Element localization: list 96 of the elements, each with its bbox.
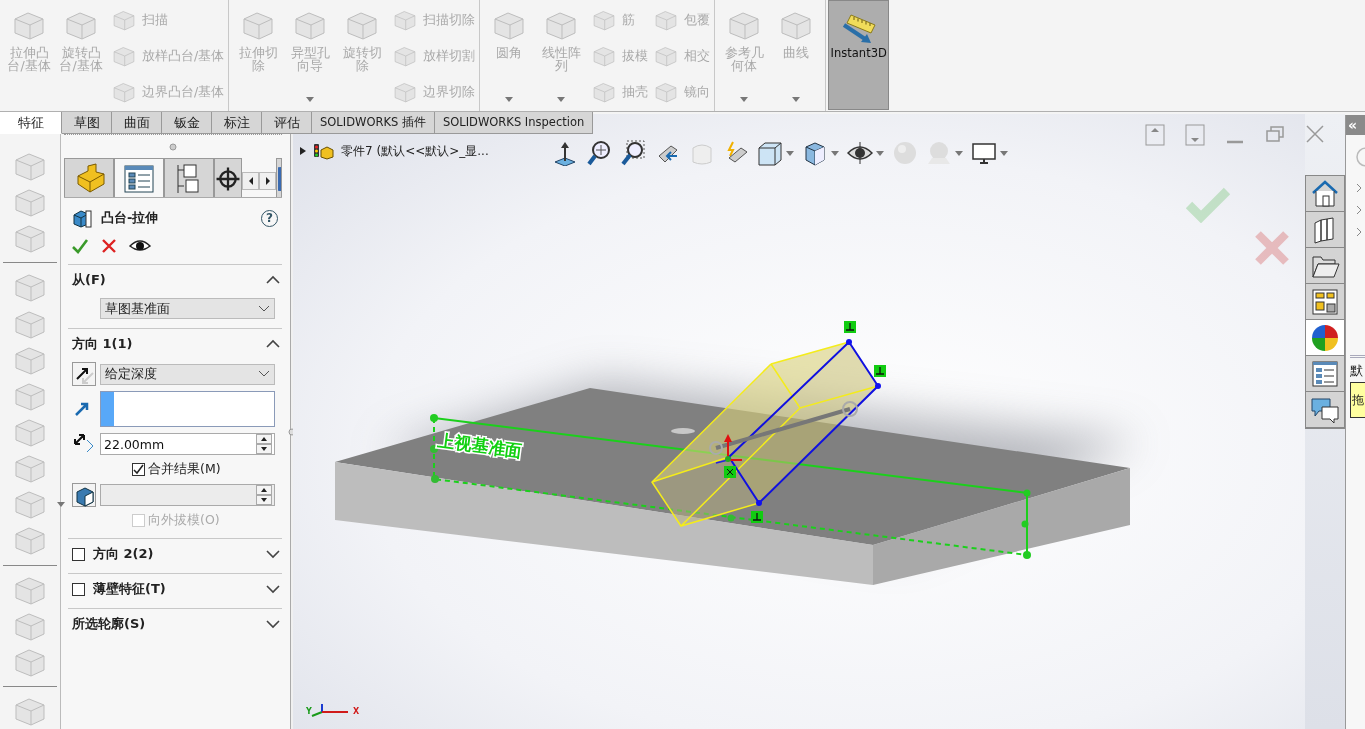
block-icon — [654, 80, 679, 104]
tree-item[interactable]: 零件7 (默认<<默认>_显... — [341, 142, 489, 160]
chevron-icon — [258, 370, 270, 378]
expand-icon[interactable] — [266, 619, 280, 629]
tab[interactable]: 评估 — [262, 112, 312, 134]
expand-icon[interactable] — [266, 549, 280, 559]
arrows-button[interactable] — [72, 362, 96, 386]
cube-icon[interactable] — [802, 140, 828, 166]
tab[interactable]: 曲面 — [112, 112, 162, 134]
scroll-button[interactable] — [259, 172, 276, 190]
dropdown[interactable]: 草图基准面 — [100, 298, 275, 319]
caret-icon[interactable] — [876, 150, 884, 156]
panel-tab[interactable] — [214, 158, 242, 197]
task-pane-tab[interactable] — [1306, 320, 1344, 356]
grip-icon[interactable] — [169, 142, 177, 151]
ruler-icon — [840, 11, 877, 45]
block-icon — [654, 44, 679, 68]
selection-box[interactable] — [100, 391, 275, 427]
caret-icon[interactable] — [786, 150, 794, 156]
collapse-icon[interactable] — [266, 275, 280, 285]
extrusion-preview[interactable] — [651, 339, 881, 527]
caret-icon[interactable] — [831, 150, 839, 156]
checkbox[interactable] — [72, 582, 85, 596]
checkbox-label: 合并结果(M) — [148, 461, 221, 478]
block-icon — [592, 80, 617, 104]
origin-icon — [715, 434, 743, 464]
monitor-icon[interactable] — [971, 140, 997, 166]
block-icon — [393, 8, 418, 32]
tab[interactable]: SOLIDWORKS 插件 — [312, 112, 435, 134]
caret-icon[interactable] — [1000, 150, 1008, 156]
list-icon — [1310, 358, 1340, 389]
collapse-button[interactable]: « — [1346, 115, 1365, 135]
block-icon — [112, 80, 136, 104]
coincident-icon — [724, 466, 736, 478]
spinner-icon[interactable] — [256, 434, 272, 454]
block-icon — [654, 8, 679, 32]
block-icon — [112, 8, 136, 32]
tab[interactable]: 钣金 — [162, 112, 212, 134]
magnifier-icon[interactable] — [621, 140, 647, 166]
axis-triad — [311, 703, 349, 717]
chevron-icon — [258, 304, 270, 313]
dropdown[interactable]: 给定深度 — [100, 363, 275, 385]
block-icon — [592, 44, 617, 68]
block-icon — [112, 44, 136, 68]
check-icon — [133, 464, 144, 475]
scroll-button[interactable] — [242, 172, 259, 190]
block-icon — [393, 80, 418, 104]
eye-icon[interactable] — [847, 140, 873, 166]
note-box: 拖 — [1350, 382, 1365, 418]
cube-icon[interactable] — [757, 140, 783, 166]
perpendicular-icon — [751, 511, 763, 523]
tile-up-icon[interactable] — [1145, 124, 1165, 146]
block-icon — [393, 44, 418, 68]
tab[interactable]: 标注 — [212, 112, 262, 134]
panel-title: 凸台-拉伸 — [101, 209, 160, 227]
caret-icon[interactable] — [955, 150, 963, 156]
tab[interactable]: 草图 — [62, 112, 112, 134]
extrude-icon — [71, 207, 93, 229]
number-field[interactable]: 22.00mm — [100, 433, 275, 455]
caret-icon[interactable] — [57, 502, 65, 508]
plane-outline[interactable] — [430, 414, 1031, 559]
section-title: 方向 1(1) — [72, 335, 134, 353]
axis-label: X — [353, 707, 360, 716]
collapse-icon[interactable] — [266, 339, 280, 349]
axis-label: Y — [306, 707, 312, 716]
chevron-icon[interactable] — [1356, 205, 1362, 215]
checkbox-label: 向外拔模(O) — [148, 512, 220, 529]
section-title: 所选轮廓(S) — [72, 615, 147, 633]
section-title: 薄壁特征(T) — [93, 580, 167, 598]
sphere-icon — [1310, 322, 1340, 353]
layout-icon — [1310, 286, 1340, 317]
triangle-icon — [263, 175, 272, 187]
draft-button[interactable] — [72, 483, 96, 507]
chevron-icon[interactable] — [1356, 183, 1362, 193]
part-icon — [313, 142, 335, 160]
dimension-handle[interactable] — [709, 401, 858, 455]
tab[interactable]: SOLIDWORKS Inspection — [434, 112, 594, 134]
tile-down-icon[interactable] — [1185, 124, 1205, 146]
check-icon[interactable] — [71, 238, 89, 254]
expand-arrow-icon[interactable] — [299, 146, 307, 156]
checkbox[interactable] — [132, 463, 145, 476]
expand-icon[interactable] — [266, 584, 280, 594]
chevron-icon[interactable] — [1356, 227, 1362, 237]
house-icon — [1310, 178, 1340, 209]
section-title: 方向 2(2) — [93, 545, 155, 563]
checkbox[interactable] — [72, 547, 85, 561]
panel-tab[interactable] — [114, 158, 164, 197]
eye-icon[interactable] — [129, 238, 151, 254]
instant3d-button[interactable]: Instant3D — [828, 0, 890, 110]
perpendicular-icon — [874, 365, 886, 377]
block-icon — [592, 8, 617, 32]
close-icon[interactable] — [101, 238, 117, 254]
perpendicular-icon — [844, 321, 856, 333]
magnifier-icon[interactable] — [587, 140, 613, 166]
plane-label: 上视基准面 — [436, 430, 524, 462]
section-title: 从(F) — [72, 271, 107, 289]
